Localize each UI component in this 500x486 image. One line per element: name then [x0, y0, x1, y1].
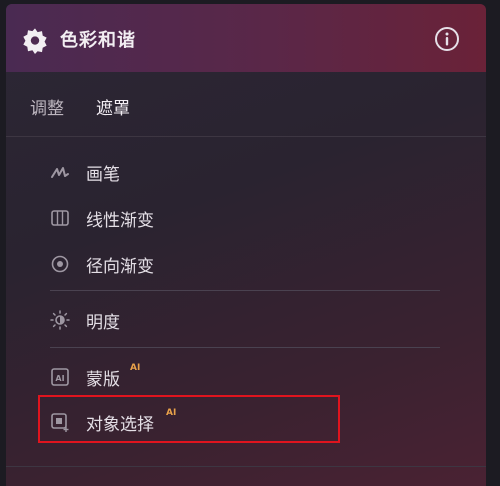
ai-mask-icon: AI	[51, 368, 69, 386]
tool-linear-gradient[interactable]: 线性渐变	[50, 200, 450, 236]
tool-label: 画笔	[86, 165, 120, 185]
divider	[50, 347, 440, 348]
gear-icon	[23, 28, 47, 54]
tab-adjust[interactable]: 调整	[30, 94, 64, 119]
ai-badge: AI	[130, 363, 141, 373]
divider	[6, 466, 486, 467]
brush-icon	[51, 167, 69, 178]
linear-gradient-icon	[51, 210, 69, 226]
tool-label: 蒙版	[86, 370, 120, 390]
tool-label: 线性渐变	[86, 211, 154, 231]
tool-label: 明度	[86, 313, 120, 333]
luminance-icon	[50, 310, 70, 330]
tool-label: 径向渐变	[86, 257, 154, 277]
panel-title: 色彩和谐	[60, 30, 136, 51]
tab-mask[interactable]: 遮罩	[96, 94, 130, 119]
highlight-box	[38, 395, 340, 443]
divider	[50, 290, 440, 291]
tab-bar: 调整 遮罩	[6, 72, 486, 137]
tool-brush[interactable]: 画笔	[50, 154, 450, 190]
tool-luminance[interactable]: 明度	[50, 302, 450, 338]
color-harmony-panel: 色彩和谐 调整 遮罩 画笔 线性渐变 径向渐变 明度 AI 蒙版 AI 对象选择…	[6, 4, 486, 486]
radial-gradient-icon	[51, 255, 69, 273]
info-icon[interactable]	[434, 26, 460, 52]
svg-text:AI: AI	[55, 374, 64, 383]
tool-radial-gradient[interactable]: 径向渐变	[50, 246, 450, 282]
panel-header: 色彩和谐	[6, 4, 486, 72]
tool-ai-mask[interactable]: AI 蒙版 AI	[50, 359, 450, 395]
